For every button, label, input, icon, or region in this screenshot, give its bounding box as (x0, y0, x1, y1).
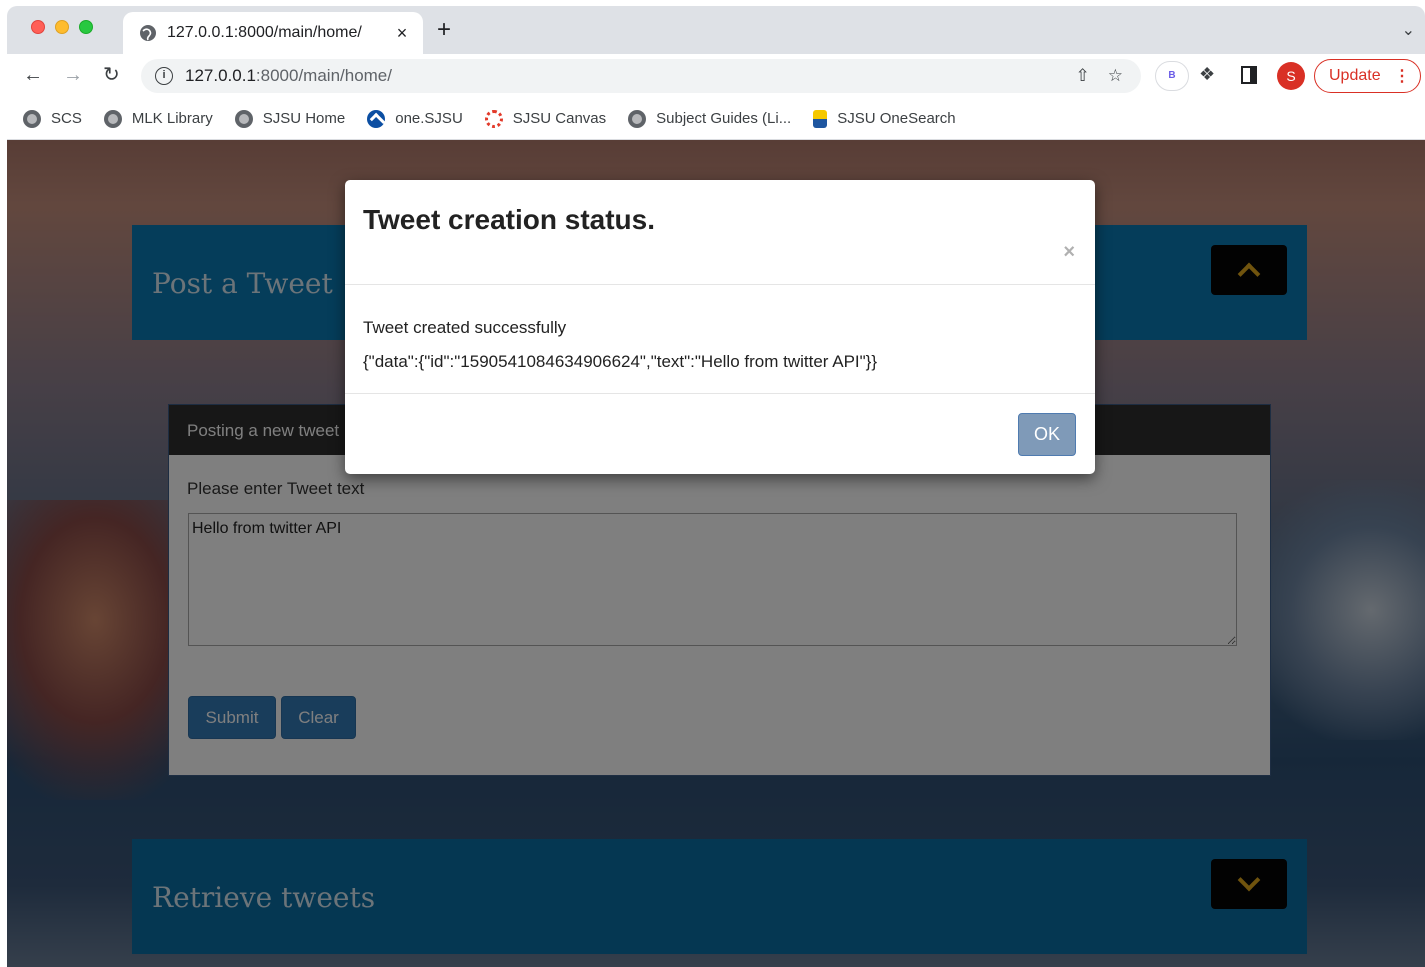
bookmark-label: one.SJSU (395, 110, 463, 127)
tweet-status-modal: Tweet creation status. × Tweet created s… (345, 180, 1095, 474)
status-message: Tweet created successfully (363, 318, 567, 337)
site-info-icon[interactable]: i (155, 67, 173, 85)
bookmark-sjsu-onesearch[interactable]: SJSU OneSearch (813, 109, 956, 128)
globe-icon (140, 25, 156, 41)
more-menu-icon[interactable]: ⋮ (1394, 66, 1410, 86)
bookmark-label: SJSU OneSearch (837, 110, 956, 127)
forward-arrow-icon[interactable]: → (63, 64, 83, 86)
world-icon (103, 109, 122, 128)
minimize-window-button[interactable] (55, 20, 69, 34)
address-bar[interactable]: i 127.0.0.1:8000/main/home/ ⇧ ☆ (141, 59, 1141, 93)
url-host: 127.0.0.1 (185, 66, 256, 85)
update-label: Update (1329, 67, 1381, 84)
world-icon (628, 109, 647, 128)
browser-tab-active[interactable]: 127.0.0.1:8000/main/home/ × (123, 12, 423, 54)
address-url[interactable]: 127.0.0.1:8000/main/home/ (185, 66, 392, 86)
modal-body: Tweet created successfully {"data":{"id"… (345, 285, 1095, 394)
world-icon (23, 109, 41, 128)
new-tab-button[interactable]: + (437, 18, 451, 42)
ok-button[interactable]: OK (1018, 413, 1076, 456)
onesearch-icon (813, 109, 828, 128)
bookmark-label: SCS (51, 110, 82, 127)
bookmark-mlk-library[interactable]: MLK Library (103, 109, 213, 128)
maximize-window-button[interactable] (79, 20, 93, 34)
side-panel-icon[interactable] (1241, 66, 1257, 84)
bookmark-sjsu-canvas[interactable]: SJSU Canvas (484, 109, 607, 128)
close-window-button[interactable] (31, 20, 45, 34)
tab-title: 127.0.0.1:8000/main/home/ (167, 24, 362, 41)
tab-strip: 127.0.0.1:8000/main/home/ × + ⌄ (7, 6, 1425, 54)
profile-avatar[interactable]: S (1277, 62, 1305, 90)
close-icon[interactable]: × (1063, 242, 1075, 262)
modal-footer: OK (345, 394, 1095, 474)
update-button[interactable]: Update ⋮ (1314, 59, 1421, 93)
onesjsu-icon (367, 109, 386, 128)
bookmark-subject-guides[interactable]: Subject Guides (Li... (628, 109, 792, 128)
extension-b-icon[interactable]: B (1155, 61, 1189, 91)
browser-toolbar: ← → ↻ i 127.0.0.1:8000/main/home/ ⇧ ☆ B … (7, 54, 1425, 98)
modal-header: Tweet creation status. × (345, 180, 1095, 285)
bookmark-sjsu-home[interactable]: SJSU Home (234, 109, 346, 128)
bookmarks-bar: SCS MLK Library SJSU Home one.SJSU SJSU … (7, 98, 1425, 140)
bookmark-label: MLK Library (131, 110, 213, 127)
bookmark-scs[interactable]: SCS (23, 109, 82, 128)
bookmark-label: Subject Guides (Li... (656, 110, 792, 127)
bookmark-label: SJSU Canvas (512, 110, 607, 127)
extensions-puzzle-icon[interactable]: ❖ (1199, 64, 1215, 85)
reload-icon[interactable]: ↻ (103, 64, 120, 86)
share-icon[interactable]: ⇧ (1076, 66, 1090, 86)
url-path: :8000/main/home/ (255, 66, 392, 85)
modal-title: Tweet creation status. (363, 204, 656, 235)
canvas-icon (484, 109, 503, 128)
back-arrow-icon[interactable]: ← (23, 64, 43, 86)
browser-chrome: 127.0.0.1:8000/main/home/ × + ⌄ ← → ↻ i … (7, 6, 1425, 140)
bookmark-star-icon[interactable]: ☆ (1108, 66, 1123, 86)
world-icon (234, 109, 253, 128)
response-json: {"data":{"id":"1590541084634906624","tex… (363, 352, 878, 371)
bookmark-label: SJSU Home (262, 110, 346, 127)
bookmark-one-sjsu[interactable]: one.SJSU (367, 109, 463, 128)
tab-close-icon[interactable]: × (387, 23, 417, 44)
tab-search-icon[interactable]: ⌄ (1402, 20, 1415, 40)
